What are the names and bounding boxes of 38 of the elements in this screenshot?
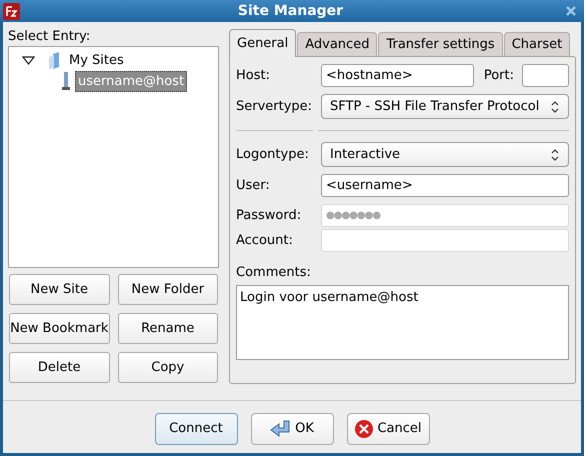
dialog-button[interactable]: Cancel [346,413,430,445]
action-button[interactable]: New Bookmark [9,313,110,344]
action-button[interactable]: Rename [118,313,218,344]
action-button[interactable]: New Site [9,274,110,305]
field-label: Port: [484,66,514,85]
chevron-icon [550,148,560,162]
tab[interactable]: General [229,29,296,57]
field-label: Logontype: [236,146,310,164]
dropdown[interactable]: SFTP - SSH File Transfer Protocol [321,94,569,119]
close-icon [565,5,577,17]
tab[interactable]: Advanced [297,32,378,56]
comments-label: Comments: [236,264,312,282]
tree-item[interactable]: My Sites [67,50,126,70]
input-field[interactable] [522,64,569,87]
server-icon [61,72,71,92]
field-label: Host: [236,66,271,85]
dialog-button[interactable]: OK [250,413,334,445]
app-logo-icon [3,2,20,20]
select-entry-label: Select Entry: [8,28,92,46]
cancel-icon [354,419,374,439]
chevron-icon [550,100,560,114]
comments-field[interactable]: Login voor username@host [236,284,569,360]
expander-icon[interactable] [21,56,35,66]
return-arrow-icon [270,420,292,438]
action-button[interactable]: Copy [118,352,218,383]
field-label: User: [236,176,271,195]
field-label: Password: [236,206,302,225]
action-button[interactable]: New Folder [118,274,218,305]
action-button[interactable]: Delete [9,352,110,383]
field-label: Account: [236,232,294,250]
window-title: Site Manager [236,2,344,20]
dropdown[interactable]: Interactive [321,142,569,167]
tab[interactable]: Transfer settings [378,32,503,56]
input-field[interactable]: <username> [321,174,569,197]
input-field[interactable]: <hostname> [321,64,474,87]
tab[interactable]: Charset [504,32,570,56]
field-label: Servertype: [236,98,313,116]
dialog-button[interactable]: Connect [154,413,238,445]
